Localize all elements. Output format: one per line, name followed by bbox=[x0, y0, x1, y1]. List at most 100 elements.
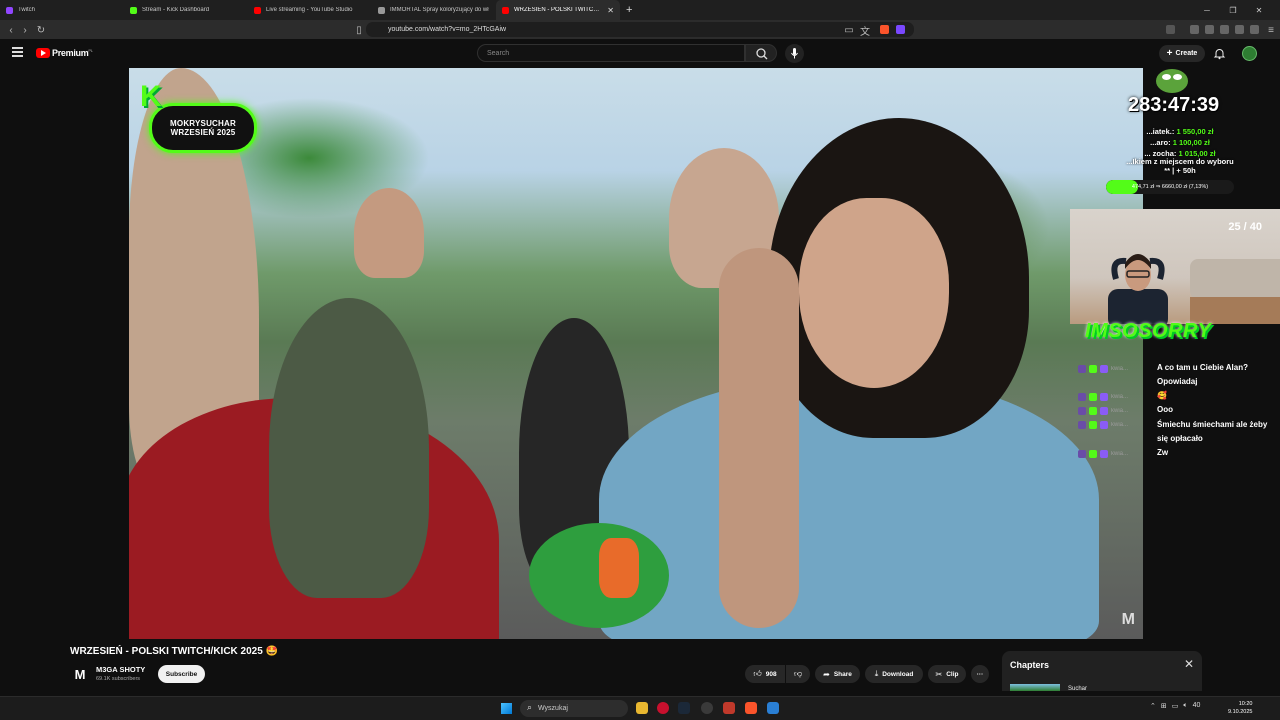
clip-button[interactable]: ✂ Clip bbox=[928, 665, 966, 683]
search-icon bbox=[756, 48, 768, 60]
tab-kick-dashboard[interactable]: Stream - Kick Dashboard bbox=[124, 0, 248, 20]
brave-shield-icon[interactable] bbox=[880, 25, 889, 34]
verified-badge-icon bbox=[1089, 364, 1097, 373]
tab-label: WRZESIEŃ - POLSKI TWITCH/... bbox=[514, 7, 604, 13]
sub-badge-icon bbox=[1078, 392, 1086, 401]
share-button[interactable]: ➦ Share bbox=[815, 665, 860, 683]
gift-badge-icon bbox=[1100, 406, 1108, 415]
tray-chevron-icon[interactable]: ⌃ bbox=[1150, 702, 1156, 710]
chat-message: A co tam u Ciebie Alan? Opowiadaj bbox=[1157, 363, 1248, 386]
close-tab-icon[interactable]: ✕ bbox=[607, 6, 614, 15]
kick-favicon-icon bbox=[130, 6, 137, 14]
chat-username: kwia... bbox=[1111, 365, 1129, 372]
create-label: Create bbox=[1175, 50, 1198, 57]
hamburger-menu-icon[interactable] bbox=[12, 47, 23, 57]
browser-menu-icon[interactable]: ≡ bbox=[1264, 23, 1278, 37]
volume-icon[interactable]: 🔈︎ bbox=[1183, 702, 1187, 710]
sidebar-icon[interactable] bbox=[1166, 25, 1175, 34]
youtube-premium-logo[interactable]: PremiumPL bbox=[52, 48, 93, 58]
share-icon: ➦ bbox=[823, 669, 830, 679]
search-button[interactable] bbox=[745, 44, 777, 62]
scissors-icon: ✂ bbox=[935, 669, 943, 679]
forward-button[interactable]: › bbox=[18, 23, 32, 37]
webcam-counter: 25 / 40 bbox=[1228, 221, 1262, 233]
tab-youtube-video[interactable]: WRZESIEŃ - POLSKI TWITCH/... ✕ bbox=[496, 0, 620, 20]
streamer-webcam bbox=[1108, 254, 1168, 324]
download-label: Download bbox=[882, 670, 914, 678]
bookmark-icon[interactable]: ▯ bbox=[352, 23, 366, 37]
channel-avatar[interactable]: M bbox=[70, 664, 90, 684]
sub-badge-icon bbox=[1078, 420, 1086, 429]
chapter-thumbnail[interactable] bbox=[1010, 684, 1060, 691]
verified-badge-icon bbox=[1089, 392, 1097, 401]
tab-twitch[interactable]: Twitch bbox=[0, 0, 124, 20]
close-chapters-icon[interactable]: ✕ bbox=[1184, 657, 1194, 671]
channel-name[interactable]: M3GA SHOTY bbox=[96, 665, 145, 674]
video-title: WRZESIEŃ - POLSKI TWITCH/KICK 2025 🤩 bbox=[70, 646, 279, 657]
app-grid-icon[interactable] bbox=[767, 702, 779, 714]
video-scene-face bbox=[799, 198, 949, 388]
account-avatar[interactable] bbox=[1242, 46, 1257, 61]
subathon-timer: 283:47:39 bbox=[1128, 94, 1220, 116]
chat-username: kwia... bbox=[1111, 393, 1129, 400]
extensions-icon[interactable] bbox=[1235, 25, 1244, 34]
tab-immortal-spray[interactable]: IMMORTAL Spray koloryzujący do wł bbox=[372, 0, 496, 20]
like-count: 908 bbox=[765, 670, 777, 678]
file-explorer-icon[interactable] bbox=[636, 702, 648, 714]
video-player[interactable]: K MOKRYSUCHAR WRZESIEŃ 2025 M bbox=[129, 68, 1143, 639]
brave-rewards-icon[interactable] bbox=[896, 25, 905, 34]
network-icon[interactable]: ▭ bbox=[1172, 702, 1179, 710]
search-input[interactable]: Search bbox=[477, 44, 745, 62]
close-window-button[interactable]: ✕ bbox=[1246, 0, 1272, 20]
search-placeholder: Search bbox=[487, 49, 510, 57]
cast-icon[interactable]: ▭ bbox=[842, 23, 856, 37]
maximize-window-button[interactable]: ❐ bbox=[1220, 0, 1246, 20]
sub-badge-icon bbox=[1078, 406, 1086, 415]
split-view-icon[interactable] bbox=[1205, 25, 1214, 34]
voice-search-button[interactable] bbox=[785, 44, 804, 63]
channel-watermark[interactable]: M bbox=[1122, 611, 1135, 629]
pepe-emote-icon bbox=[1156, 69, 1188, 93]
gift-badge-icon bbox=[1100, 392, 1108, 401]
chat-row: kwia... bbox=[1078, 362, 1133, 375]
verified-badge-icon bbox=[1089, 406, 1097, 415]
taskbar-search-input[interactable]: Wyszukaj bbox=[520, 700, 628, 717]
wallet-icon[interactable] bbox=[1220, 25, 1229, 34]
notifications-bell-icon[interactable] bbox=[1213, 47, 1226, 60]
music-extension-icon[interactable] bbox=[1190, 25, 1199, 34]
chat-row: kwia... bbox=[1078, 390, 1133, 403]
opera-icon[interactable] bbox=[657, 702, 669, 714]
download-button[interactable]: ⤓ Download bbox=[865, 665, 923, 683]
video-scene-person bbox=[354, 188, 424, 278]
subscribe-button[interactable]: Subscribe bbox=[158, 665, 205, 683]
back-button[interactable]: ‹ bbox=[4, 23, 18, 37]
taskbar-clock[interactable]: 10:20 9.10.2025 bbox=[1228, 700, 1252, 716]
minimize-window-button[interactable]: ─ bbox=[1194, 0, 1220, 20]
more-actions-button[interactable]: ··· bbox=[971, 665, 989, 683]
verified-badge-icon bbox=[1089, 449, 1097, 458]
create-button[interactable]: + Create bbox=[1159, 45, 1205, 62]
chapter-name[interactable]: Suchar bbox=[1068, 686, 1087, 692]
language-icon[interactable]: ⊞ bbox=[1161, 702, 1167, 710]
video-scene-ball-stripe bbox=[599, 538, 639, 598]
calendar-app-icon[interactable] bbox=[723, 702, 735, 714]
tab-label: IMMORTAL Spray koloryzujący do wł bbox=[390, 7, 489, 13]
thumbs-up-icon: 👍︎ bbox=[753, 669, 762, 678]
brave-browser-icon[interactable] bbox=[745, 702, 757, 714]
settings-gear-icon[interactable] bbox=[701, 702, 713, 714]
chat-row: kwia... bbox=[1078, 404, 1133, 417]
translate-icon[interactable]: 文 bbox=[858, 23, 872, 38]
dislike-button[interactable]: 👎︎ bbox=[786, 665, 810, 683]
youtube-logo-icon[interactable] bbox=[36, 48, 50, 58]
like-button[interactable]: 👍︎ 908 bbox=[745, 665, 785, 683]
imsosorry-banner: IMSOSORRY bbox=[1085, 320, 1212, 342]
new-tab-button[interactable]: + bbox=[626, 4, 632, 16]
windows-start-icon[interactable] bbox=[501, 703, 512, 714]
chat-row: kwia... bbox=[1078, 447, 1133, 460]
vpn-icon[interactable] bbox=[1250, 25, 1259, 34]
url-text: youtube.com/watch?v=mo_2HTcGAiw bbox=[388, 26, 507, 33]
url-field[interactable]: youtube.com/watch?v=mo_2HTcGAiw bbox=[366, 22, 914, 37]
reload-button[interactable]: ↻ bbox=[34, 23, 48, 37]
steam-icon[interactable] bbox=[678, 702, 690, 714]
tab-youtube-studio[interactable]: Live streaming - YouTube Studio bbox=[248, 0, 372, 20]
